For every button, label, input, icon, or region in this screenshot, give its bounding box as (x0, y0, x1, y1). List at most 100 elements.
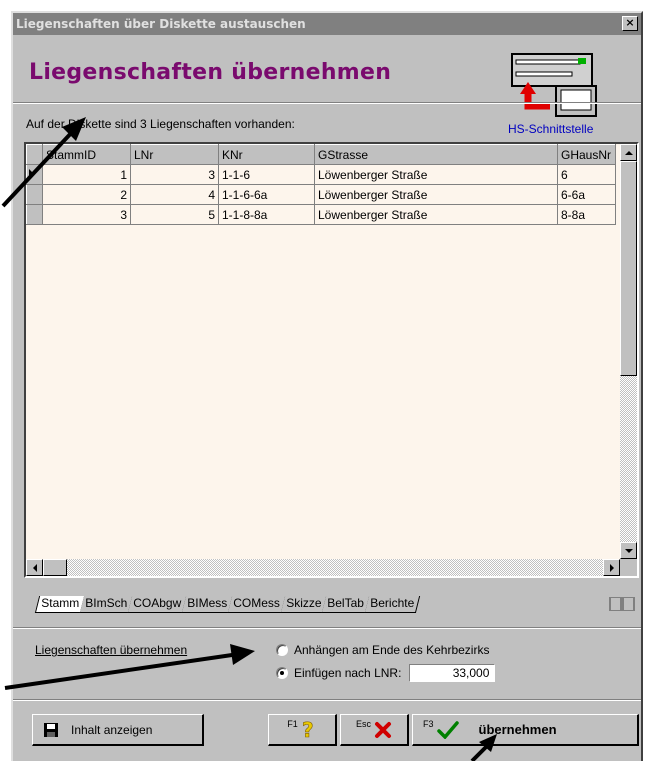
tab-prev-button[interactable] (609, 597, 622, 611)
column-header-lnr[interactable]: LNr (130, 144, 219, 165)
tab-label: BImSch (85, 596, 128, 610)
grid-header-row: StammID LNr KNr GStrasse GHausNr (26, 144, 616, 165)
floppy-disk-icon (44, 722, 58, 737)
radio-insert-label[interactable]: Einfügen nach LNR: (294, 666, 401, 680)
cell-ghausnr[interactable]: 6 (557, 164, 616, 185)
checkmark-icon (436, 720, 459, 739)
svg-text:?: ? (302, 720, 314, 740)
radio-insert-row[interactable]: Einfügen nach LNR: 33,000 (276, 664, 496, 682)
options-label: Liegenschaften übernehmen (35, 643, 188, 657)
vertical-scroll-thumb[interactable] (620, 161, 637, 376)
table-row[interactable]: 2 4 1-1-6-6a Löwenberger Straße 6-6a (26, 184, 616, 205)
info-text: Auf der Diskette sind 3 Liegenschaften v… (26, 117, 295, 131)
tab-bimsch[interactable]: BImSch (79, 596, 134, 613)
title-bar[interactable]: Liegenschaften über Diskette austauschen… (13, 13, 641, 35)
cell-ghausnr[interactable]: 8-8a (557, 204, 616, 225)
tab-coabgw[interactable]: COAbgw (127, 596, 188, 613)
cell-stammid[interactable]: 1 (42, 164, 131, 185)
cell-knr[interactable]: 1-1-8-8a (218, 204, 315, 225)
tab-stamm[interactable]: Stamm (34, 596, 86, 613)
tab-beltab[interactable]: BelTab (321, 596, 370, 613)
question-mark-icon: ? (301, 720, 314, 740)
column-header-stammid[interactable]: StammID (42, 144, 131, 165)
accept-key-label: F3 (423, 718, 434, 729)
show-content-button[interactable]: Inhalt anzeigen (32, 714, 204, 746)
cell-lnr[interactable]: 3 (130, 164, 219, 185)
close-button[interactable]: × (622, 16, 638, 31)
red-x-icon (375, 721, 391, 738)
column-header-ghausnr[interactable]: GHausNr (557, 144, 616, 165)
cell-lnr[interactable]: 5 (130, 204, 219, 225)
row-indicator[interactable] (26, 184, 43, 205)
column-header-knr[interactable]: KNr (218, 144, 315, 165)
tab-comess[interactable]: COMess (227, 596, 286, 613)
tab-next-button[interactable] (622, 597, 635, 611)
tab-navigation (609, 597, 635, 611)
grid-table: StammID LNr KNr GStrasse GHausNr 1 3 1-1… (26, 144, 616, 225)
hs-interface-link[interactable]: HS-Schnittstelle (508, 122, 593, 136)
tab-label: COMess (233, 596, 280, 610)
scrollbar-corner (620, 559, 637, 576)
help-key-label: F1 (287, 718, 298, 729)
tab-label: BIMess (187, 596, 228, 610)
tab-berichte[interactable]: Berichte (364, 596, 420, 613)
arrow-right-icon (623, 597, 634, 611)
tab-bimess[interactable]: BIMess (181, 596, 234, 613)
vertical-scrollbar[interactable] (620, 144, 637, 559)
cell-ghausnr[interactable]: 6-6a (557, 184, 616, 205)
row-indicator-header (26, 144, 43, 165)
divider (13, 699, 641, 701)
scroll-up-button[interactable] (620, 144, 637, 161)
cell-knr[interactable]: 1-1-6 (218, 164, 315, 185)
row-indicator[interactable] (26, 164, 43, 185)
tab-label: COAbgw (133, 596, 182, 610)
tab-skizze[interactable]: Skizze (280, 596, 328, 613)
dialog-window: Liegenschaften über Diskette austauschen… (11, 11, 643, 761)
arrow-right-icon (609, 563, 614, 572)
cell-gstrasse[interactable]: Löwenberger Straße (314, 184, 558, 205)
tab-label: Berichte (370, 596, 415, 610)
cancel-key-label: Esc (355, 718, 371, 729)
table-row[interactable]: 1 3 1-1-6 Löwenberger Straße 6 (26, 164, 616, 185)
header-panel: Liegenschaften übernehmen HS-Schnittstel… (13, 38, 641, 136)
horizontal-scroll-thumb[interactable] (43, 559, 67, 576)
cell-gstrasse[interactable]: Löwenberger Straße (314, 204, 558, 225)
tab-strip: Stamm BImSch COAbgw BIMess COMess Skizze… (34, 596, 420, 614)
cell-gstrasse[interactable]: Löwenberger Straße (314, 164, 558, 185)
divider (13, 102, 641, 104)
radio-append-label[interactable]: Anhängen am Ende des Kehrbezirks (294, 643, 489, 657)
row-indicator[interactable] (26, 204, 43, 225)
cell-stammid[interactable]: 2 (42, 184, 131, 205)
cell-stammid[interactable]: 3 (42, 204, 131, 225)
tab-label: Stamm (41, 596, 80, 610)
accept-button[interactable]: F3 übernehmen (412, 714, 639, 746)
radio-append-row[interactable]: Anhängen am Ende des Kehrbezirks (276, 643, 489, 657)
table-row[interactable]: 3 5 1-1-8-8a Löwenberger Straße 8-8a (26, 204, 616, 225)
cell-knr[interactable]: 1-1-6-6a (218, 184, 315, 205)
radio-insert[interactable] (276, 667, 288, 679)
accept-label: übernehmen (478, 722, 557, 737)
tab-label: BelTab (327, 596, 365, 610)
scroll-down-button[interactable] (620, 542, 637, 559)
lnr-input[interactable]: 33,000 (409, 664, 496, 682)
divider (13, 627, 641, 629)
page-title: Liegenschaften übernehmen (29, 60, 392, 85)
cancel-button[interactable]: Esc (340, 714, 409, 746)
column-header-gstrasse[interactable]: GStrasse (314, 144, 558, 165)
scroll-left-button[interactable] (26, 559, 43, 576)
arrow-left-icon (32, 563, 37, 572)
arrow-up-icon (624, 150, 633, 155)
scroll-right-button[interactable] (603, 559, 620, 576)
help-button[interactable]: F1 ? (268, 714, 337, 746)
current-row-pointer-icon (29, 168, 34, 179)
arrow-down-icon (624, 548, 633, 553)
data-grid[interactable]: StammID LNr KNr GStrasse GHausNr 1 3 1-1… (24, 142, 639, 578)
tab-label: Skizze (285, 596, 322, 610)
show-content-label: Inhalt anzeigen (71, 722, 153, 737)
horizontal-scrollbar[interactable] (26, 559, 620, 576)
radio-append[interactable] (276, 644, 288, 656)
window-title: Liegenschaften über Diskette austauschen (16, 17, 306, 31)
arrow-left-icon (610, 597, 621, 611)
computer-transfer-icon (511, 53, 597, 117)
cell-lnr[interactable]: 4 (130, 184, 219, 205)
